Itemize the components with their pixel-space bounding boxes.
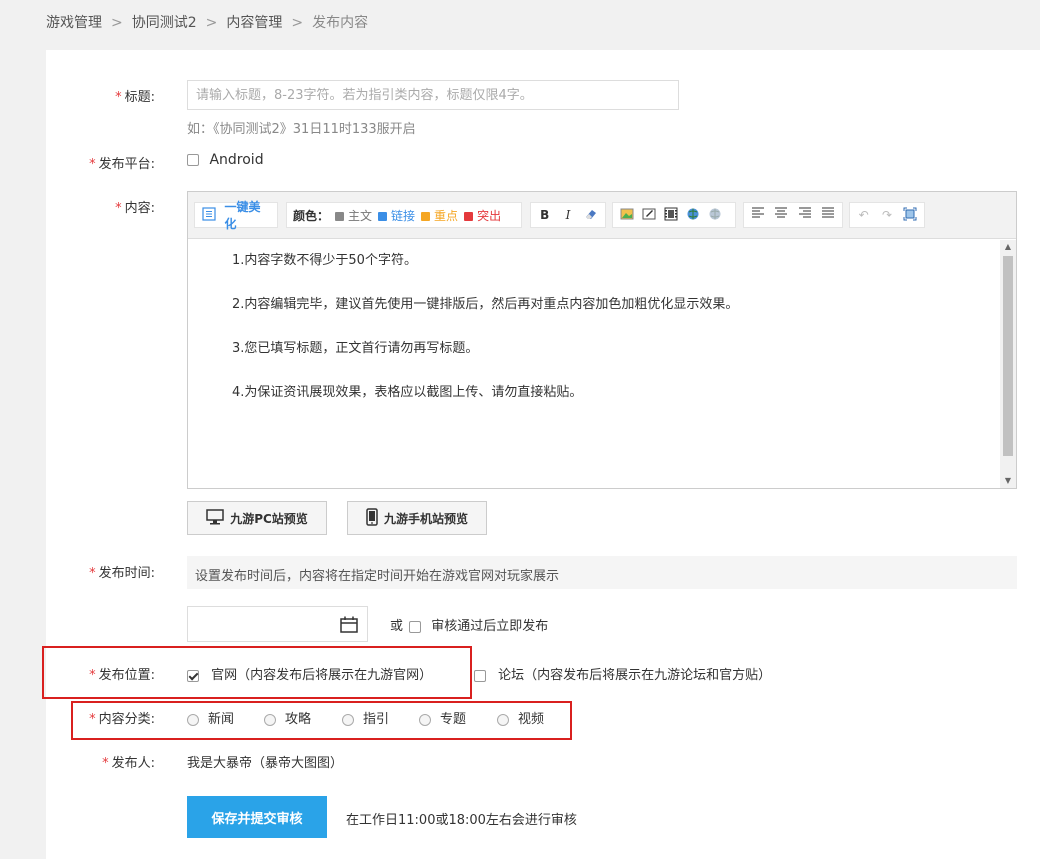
category-special-option[interactable]: 专题 [419, 708, 466, 727]
redo-icon[interactable]: ↷ [879, 207, 894, 223]
eraser-icon[interactable] [584, 207, 599, 223]
breadcrumb-item-project[interactable]: 协同测试2 [132, 15, 197, 31]
platform-android-checkbox[interactable] [187, 154, 199, 166]
content-label: * 内容: [115, 201, 155, 216]
pc-preview-button[interactable]: 九游PC站预览 [187, 501, 327, 535]
content-line: 2.内容编辑完毕，建议首先使用一键排版后，然后再对重点内容加色加粗优化显示效果。 [232, 297, 739, 312]
content-editor: 一键美化 颜色： 主文 链接 重点 突出 B I ↶ ↷ 1.内容字数不得少于5… [187, 191, 1017, 489]
scroll-up-arrow-icon[interactable]: ▲ [1000, 240, 1016, 254]
calendar-icon[interactable] [340, 616, 358, 637]
content-line: 1.内容字数不得少于50个字符。 [232, 253, 417, 268]
position-official-option[interactable]: 官网（内容发布后将展示在九游官网） [187, 664, 432, 683]
save-submit-button[interactable]: 保存并提交审核 [187, 796, 327, 838]
mobile-phone-icon [366, 507, 378, 529]
category-news-radio[interactable] [187, 713, 199, 726]
link-icon[interactable] [685, 207, 701, 223]
publisher-label: * 发布人: [102, 756, 155, 771]
beautify-button[interactable]: 一键美化 [194, 200, 278, 231]
content-line: 3.您已填写标题，正文首行请勿再写标题。 [232, 341, 479, 356]
color-key-button[interactable]: 重点 [421, 207, 458, 224]
publish-time-label: * 发布时间: [89, 566, 155, 581]
breadcrumb-item-game-management[interactable]: 游戏管理 [46, 15, 102, 31]
history-group: ↶ ↷ [849, 202, 925, 228]
category-tips-option[interactable]: 指引 [342, 708, 389, 727]
immediate-publish-option[interactable]: 或 审核通过后立即发布 [390, 615, 548, 634]
breadcrumb-item-content-management[interactable]: 内容管理 [226, 15, 282, 31]
fullscreen-icon[interactable] [903, 207, 918, 223]
align-justify-icon[interactable] [821, 207, 837, 223]
category-news-option[interactable]: 新闻 [187, 708, 234, 727]
platform-android-option[interactable]: Android [187, 152, 264, 168]
editor-toolbar: 一键美化 颜色： 主文 链接 重点 突出 B I ↶ ↷ [188, 192, 1016, 239]
undo-icon[interactable]: ↶ [856, 207, 871, 223]
mobile-preview-button[interactable]: 九游手机站预览 [347, 501, 487, 535]
category-video-radio[interactable] [497, 713, 509, 726]
title-hint: 如：《协同测试2》31日11时133服开启 [187, 122, 416, 137]
title-input[interactable] [187, 80, 679, 110]
category-video-option[interactable]: 视频 [497, 708, 544, 727]
editor-content-area[interactable]: 1.内容字数不得少于50个字符。 2.内容编辑完毕，建议首先使用一键排版后，然后… [188, 240, 1000, 488]
editor-scrollbar[interactable]: ▲ ▼ [1000, 240, 1016, 488]
align-center-icon[interactable] [774, 207, 790, 223]
monitor-icon [206, 508, 224, 528]
color-main-button[interactable]: 主文 [335, 207, 372, 224]
color-emphasis-button[interactable]: 突出 [464, 207, 501, 224]
category-guide-radio[interactable] [264, 713, 276, 726]
align-right-icon[interactable] [797, 207, 813, 223]
list-format-icon [201, 207, 217, 223]
publisher-value: 我是大暴帝（暴帝大图图） [187, 756, 344, 771]
video-icon[interactable] [663, 207, 679, 223]
bold-icon[interactable]: B [537, 207, 552, 223]
immediate-publish-checkbox[interactable] [409, 620, 422, 633]
position-official-checkbox[interactable] [187, 669, 199, 682]
breadcrumb-current: 发布内容 [312, 15, 369, 31]
position-forum-option[interactable]: 论坛（内容发布后将展示在九游论坛和官方贴） [474, 664, 771, 683]
title-label: * 标题: [115, 90, 155, 105]
content-line: 4.为保证资讯展现效果，表格应以截图上传、请勿直接粘贴。 [232, 385, 583, 400]
format-group: B I [530, 202, 606, 228]
position-forum-checkbox[interactable] [474, 669, 486, 682]
category-label: * 内容分类: [89, 712, 155, 727]
category-special-radio[interactable] [419, 713, 431, 726]
color-group: 颜色： 主文 链接 重点 突出 [286, 202, 522, 228]
edit-image-icon[interactable] [641, 207, 657, 223]
insert-group [612, 202, 736, 228]
color-link-button[interactable]: 链接 [378, 207, 415, 224]
review-note: 在工作日11:00或18:00左右会进行审核 [346, 813, 577, 828]
breadcrumb: 游戏管理 > 协同测试2 > 内容管理 > 发布内容 [46, 12, 368, 32]
breadcrumb-separator: > [205, 15, 218, 31]
breadcrumb-separator: > [291, 15, 304, 31]
platform-label: * 发布平台: [89, 157, 155, 172]
publish-time-note: 设置发布时间后，内容将在指定时间开始在游戏官网对玩家展示 [187, 556, 1017, 589]
align-group [743, 202, 843, 228]
scroll-down-arrow-icon[interactable]: ▼ [1000, 474, 1016, 488]
publish-date-input[interactable] [187, 606, 368, 642]
position-label: * 发布位置: [89, 668, 155, 683]
category-guide-option[interactable]: 攻略 [264, 708, 311, 727]
scrollbar-thumb[interactable] [1003, 256, 1013, 456]
image-icon[interactable] [619, 207, 635, 223]
align-left-icon[interactable] [750, 207, 766, 223]
italic-icon[interactable]: I [560, 207, 575, 223]
breadcrumb-separator: > [111, 15, 123, 31]
category-tips-radio[interactable] [342, 713, 354, 726]
unlink-icon[interactable] [707, 207, 723, 223]
